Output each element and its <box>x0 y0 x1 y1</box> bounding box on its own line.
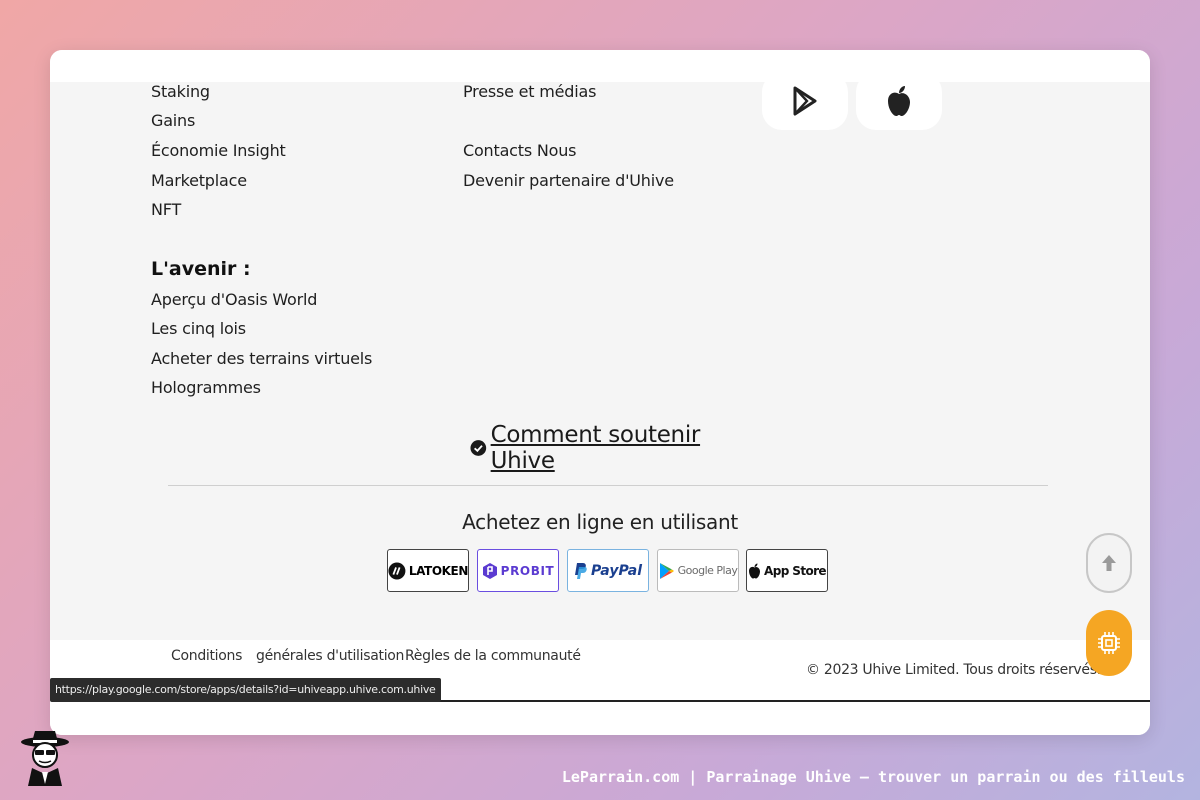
apple-small-icon <box>749 563 761 578</box>
google-play-pay-label: Google Play <box>677 564 738 577</box>
footer-link-conditions[interactable]: Conditions <box>171 648 242 664</box>
paypal-button[interactable]: PayPal <box>567 549 649 592</box>
footer-link-gains[interactable]: Gains <box>151 111 195 130</box>
mascot-logo-icon <box>21 731 69 786</box>
probit-button[interactable]: PROBIT <box>477 549 559 592</box>
footer-link-cgu[interactable]: générales d'utilisation <box>256 648 404 664</box>
future-heading: L'avenir : <box>151 258 251 280</box>
latoken-logo-icon <box>388 562 406 579</box>
bottom-bar <box>50 700 1150 735</box>
future-link-lois[interactable]: Les cinq lois <box>151 319 246 338</box>
latoken-label: LATOKEN <box>408 563 469 578</box>
support-label: Comment soutenir Uhive <box>490 422 701 474</box>
app-store-pay-button[interactable]: App Store <box>746 549 828 592</box>
paypal-logo-icon <box>574 562 587 579</box>
future-link-hologrammes[interactable]: Hologrammes <box>151 378 261 397</box>
buy-title: Achetez en ligne en utilisant <box>462 510 738 534</box>
status-url: https://play.google.com/store/apps/detai… <box>50 678 441 702</box>
google-play-button[interactable] <box>762 72 848 130</box>
google-play-pay-button[interactable]: Google Play <box>657 549 739 592</box>
google-play-icon <box>793 86 817 116</box>
section-divider <box>168 485 1048 486</box>
future-link-oasis[interactable]: Aperçu d'Oasis World <box>151 290 317 309</box>
app-store-pay-label: App Store <box>764 563 827 578</box>
apple-store-button[interactable] <box>856 72 942 130</box>
site-caption: LeParrain.com | Parrainage Uhive — trouv… <box>561 768 1185 786</box>
top-strip <box>50 50 1150 82</box>
page-card: Staking Gains Économie Insight Marketpla… <box>50 50 1150 735</box>
chip-icon <box>1098 632 1120 654</box>
footer-link-presse[interactable]: Presse et médias <box>463 82 596 101</box>
copyright-text: © 2023 Uhive Limited. Tous droits réserv… <box>806 662 1101 678</box>
footer-link-economie-insight[interactable]: Économie Insight <box>151 141 286 160</box>
footer-link-staking[interactable]: Staking <box>151 82 210 101</box>
chip-button[interactable] <box>1086 610 1132 676</box>
support-link[interactable]: Comment soutenir Uhive <box>470 422 750 474</box>
arrow-up-icon <box>1102 555 1116 571</box>
probit-label: PROBIT <box>500 563 555 578</box>
footer-link-contacts[interactable]: Contacts Nous <box>463 141 577 160</box>
probit-logo-icon <box>482 562 497 579</box>
future-link-terrains[interactable]: Acheter des terrains virtuels <box>151 349 372 368</box>
google-play-color-icon <box>659 562 674 579</box>
apple-icon <box>888 86 910 116</box>
footer-link-partenaire[interactable]: Devenir partenaire d'Uhive <box>463 171 674 190</box>
footer-link-marketplace[interactable]: Marketplace <box>151 171 247 190</box>
latoken-button[interactable]: LATOKEN <box>387 549 469 592</box>
footer-link-regles[interactable]: Règles de la communauté <box>405 648 581 664</box>
scroll-top-button[interactable] <box>1086 533 1132 593</box>
footer-link-nft[interactable]: NFT <box>151 200 181 219</box>
paypal-label: PayPal <box>590 562 643 579</box>
check-circle-icon <box>470 440 487 456</box>
